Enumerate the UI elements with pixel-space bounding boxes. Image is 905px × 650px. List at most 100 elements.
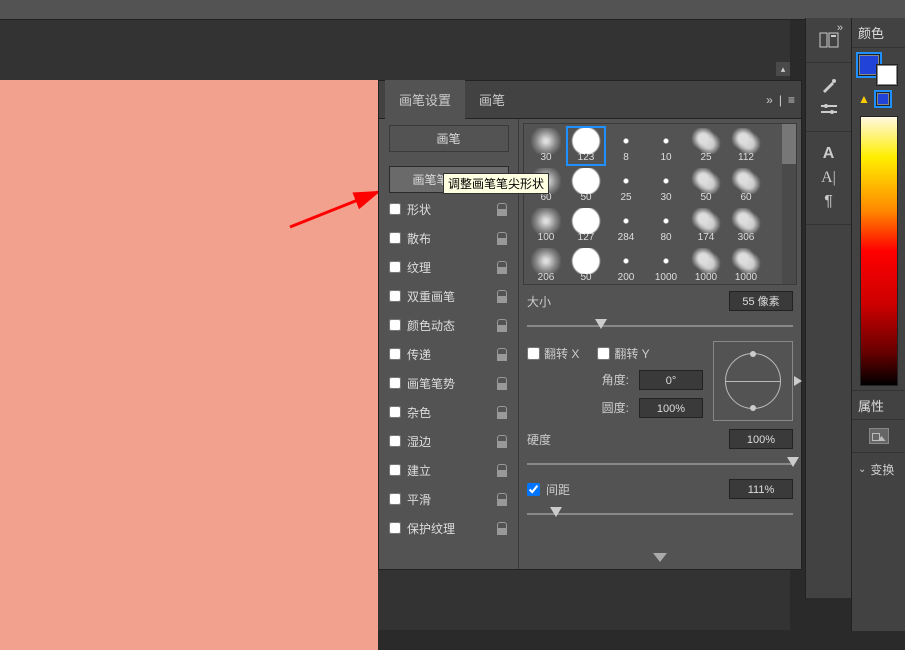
checkbox[interactable] xyxy=(389,290,401,302)
tab-brushes[interactable]: 画笔 xyxy=(465,80,519,119)
brush-tip-item[interactable]: 123 xyxy=(566,126,606,166)
option-color-dynamics[interactable]: 颜色动态 xyxy=(383,312,514,338)
brush-tip-size: 1000 xyxy=(686,272,726,283)
option-protect-texture[interactable]: 保护纹理 xyxy=(383,515,514,541)
checkbox[interactable] xyxy=(389,232,401,244)
brush-tip-item[interactable]: 284 xyxy=(606,206,646,246)
brush-tip-item[interactable]: 127 xyxy=(566,206,606,246)
option-texture[interactable]: 纹理 xyxy=(383,254,514,280)
checkbox[interactable] xyxy=(389,203,401,215)
adjustments-panel-icon[interactable] xyxy=(815,99,843,119)
transform-section[interactable]: ⌄变换 xyxy=(852,452,905,486)
tab-brush-settings[interactable]: 画笔设置 xyxy=(385,80,465,119)
closest-color-swatch[interactable] xyxy=(876,92,890,106)
angle-input[interactable]: 0° xyxy=(639,370,703,390)
color-panel-title[interactable]: 颜色 xyxy=(852,18,905,48)
brush-tip-item[interactable]: 100 xyxy=(526,206,566,246)
brush-tip-item[interactable]: 50 xyxy=(566,246,606,285)
brush-option-list: 画笔 画笔笔尖形状 调整画笔笔尖形状 形状 散布 纹理 双重画笔 颜色动态 传递… xyxy=(379,119,519,569)
brush-panel-icon[interactable] xyxy=(815,75,843,95)
paragraph-panel-icon[interactable]: ¶ xyxy=(815,192,843,212)
spacing-slider[interactable] xyxy=(527,507,793,521)
size-slider[interactable] xyxy=(527,319,793,333)
brush-tip-item[interactable]: 25 xyxy=(686,126,726,166)
checkbox[interactable] xyxy=(389,522,401,534)
collapsed-panel-dock: » A A| ¶ xyxy=(805,18,851,598)
lock-icon[interactable] xyxy=(496,435,508,447)
option-build-up[interactable]: 建立 xyxy=(383,457,514,483)
checkbox[interactable] xyxy=(389,464,401,476)
lock-icon[interactable] xyxy=(496,493,508,505)
brush-tip-item[interactable]: 206 xyxy=(526,246,566,285)
lock-icon[interactable] xyxy=(496,406,508,418)
option-dual-brush[interactable]: 双重画笔 xyxy=(383,283,514,309)
option-smoothing[interactable]: 平滑 xyxy=(383,486,514,512)
brush-tip-item[interactable]: 30 xyxy=(646,166,686,206)
brush-tip-size: 1000 xyxy=(726,272,766,283)
brush-tip-item[interactable]: 50 xyxy=(566,166,606,206)
color-spectrum[interactable] xyxy=(860,116,898,386)
text-panel-letter-icon[interactable]: A xyxy=(815,144,843,164)
lock-icon[interactable] xyxy=(496,377,508,389)
checkbox[interactable] xyxy=(389,348,401,360)
lock-icon[interactable] xyxy=(496,464,508,476)
brush-tip-item[interactable]: 174 xyxy=(686,206,726,246)
option-wet-edges[interactable]: 湿边 xyxy=(383,428,514,454)
option-shape-dynamics[interactable]: 形状 xyxy=(383,196,514,222)
brush-grid-scrollbar[interactable] xyxy=(782,124,796,284)
angle-control-widget[interactable] xyxy=(713,341,793,421)
lock-icon[interactable] xyxy=(496,261,508,273)
brush-tip-item[interactable]: 50 xyxy=(686,166,726,206)
brush-tip-item[interactable]: 306 xyxy=(726,206,766,246)
brush-tip-item[interactable]: 1000 xyxy=(646,246,686,285)
option-brush-pose[interactable]: 画笔笔势 xyxy=(383,370,514,396)
lock-icon[interactable] xyxy=(496,348,508,360)
hardness-slider[interactable] xyxy=(527,457,793,471)
character-panel-icon[interactable]: A| xyxy=(815,168,843,188)
angle-label: 角度: xyxy=(591,371,629,388)
brush-tip-item[interactable]: 1000 xyxy=(726,246,766,285)
panel-menu-icon[interactable]: ≡ xyxy=(788,93,795,107)
brush-tip-item[interactable]: 25 xyxy=(606,166,646,206)
lock-icon[interactable] xyxy=(496,232,508,244)
dock-expand-icon[interactable]: » xyxy=(837,22,843,34)
hardness-input[interactable]: 100% xyxy=(729,429,793,449)
brush-tip-item[interactable]: 10 xyxy=(646,126,686,166)
option-noise[interactable]: 杂色 xyxy=(383,399,514,425)
checkbox[interactable] xyxy=(389,261,401,273)
option-transfer[interactable]: 传递 xyxy=(383,341,514,367)
collapse-panels-button[interactable]: ▴ xyxy=(776,62,790,76)
gamut-warning-icon[interactable]: ▲ xyxy=(858,92,870,106)
brush-tip-size: 25 xyxy=(686,152,726,163)
preview-expand-icon[interactable] xyxy=(653,553,667,562)
brush-tip-item[interactable]: 1000 xyxy=(686,246,726,285)
brush-tip-item[interactable]: 200 xyxy=(606,246,646,285)
checkbox[interactable] xyxy=(389,493,401,505)
lock-icon[interactable] xyxy=(496,290,508,302)
expand-icon[interactable]: » xyxy=(766,93,773,107)
checkbox[interactable] xyxy=(389,377,401,389)
spacing-checkbox[interactable] xyxy=(527,483,540,496)
roundness-input[interactable]: 100% xyxy=(639,398,703,418)
flip-x-checkbox[interactable] xyxy=(527,347,540,360)
option-scatter[interactable]: 散布 xyxy=(383,225,514,251)
brush-tip-item[interactable]: 8 xyxy=(606,126,646,166)
brush-tip-item[interactable]: 80 xyxy=(646,206,686,246)
lock-icon[interactable] xyxy=(496,203,508,215)
checkbox[interactable] xyxy=(389,406,401,418)
lock-icon[interactable] xyxy=(496,319,508,331)
flip-y-checkbox[interactable] xyxy=(597,347,610,360)
brush-tip-item[interactable]: 30 xyxy=(526,126,566,166)
document-canvas[interactable] xyxy=(0,80,378,650)
brush-tip-item[interactable]: 112 xyxy=(726,126,766,166)
spacing-input[interactable]: 111% xyxy=(729,479,793,499)
brushes-button[interactable]: 画笔 xyxy=(389,125,509,152)
background-color-swatch[interactable] xyxy=(876,64,898,86)
checkbox[interactable] xyxy=(389,319,401,331)
checkbox[interactable] xyxy=(389,435,401,447)
option-label: 平滑 xyxy=(407,491,431,508)
properties-panel-title[interactable]: 属性 xyxy=(852,390,905,420)
size-input[interactable]: 55 像素 xyxy=(729,291,793,311)
brush-tip-item[interactable]: 60 xyxy=(726,166,766,206)
lock-icon[interactable] xyxy=(496,522,508,534)
